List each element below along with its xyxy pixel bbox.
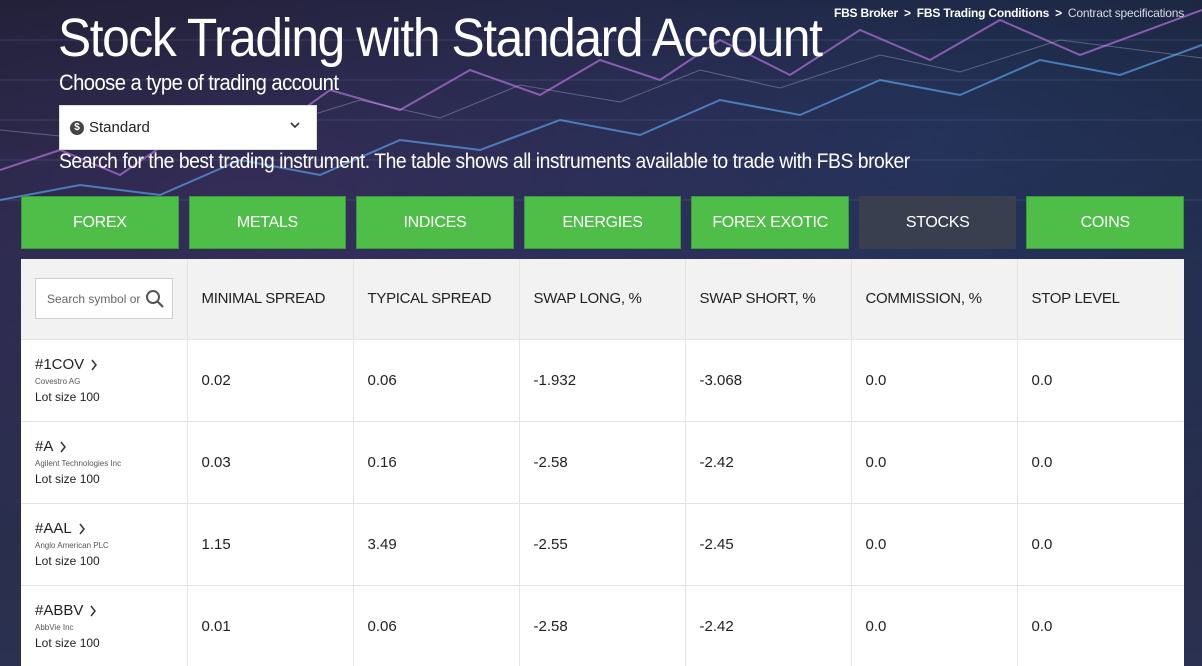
table-row: #A Agilent Technologies Inc Lot size 100… <box>21 420 1184 503</box>
page-description: Search for the best trading instrument. … <box>59 150 910 173</box>
instruments-table: MINIMAL SPREAD TYPICAL SPREAD SWAP LONG,… <box>21 259 1184 666</box>
chevron-right-icon <box>91 359 98 370</box>
breadcrumb-link-trading-conditions[interactable]: FBS Trading Conditions <box>917 6 1049 20</box>
breadcrumb-separator: > <box>1055 6 1062 20</box>
column-header-minimal-spread: MINIMAL SPREAD <box>187 259 354 339</box>
symbol-link[interactable]: #A <box>35 438 187 455</box>
table-header-row: MINIMAL SPREAD TYPICAL SPREAD SWAP LONG,… <box>21 259 1184 339</box>
minimal-spread-cell: 0.02 <box>187 338 354 421</box>
tab-metals[interactable]: METALS <box>188 196 347 249</box>
search-icon[interactable] <box>145 289 165 309</box>
typical-spread-cell: 3.49 <box>353 502 520 585</box>
column-header-swap-long: SWAP LONG, % <box>519 259 686 339</box>
column-header-stop-level: STOP LEVEL <box>1017 259 1184 339</box>
company-name: Agilent Technologies Inc <box>35 459 122 468</box>
lot-size: Lot size 100 <box>35 472 100 486</box>
page-title: Stock Trading with Standard Account <box>58 8 823 68</box>
symbol-search-input[interactable] <box>47 291 147 306</box>
tab-coins[interactable]: COINS <box>1026 196 1185 249</box>
swap-long-cell: -1.932 <box>519 338 686 421</box>
commission-cell: 0.0 <box>851 420 1018 503</box>
symbol-name: #AAL <box>35 520 72 537</box>
company-name: Covestro AG <box>35 377 81 386</box>
swap-long-cell: -2.58 <box>519 420 686 503</box>
tab-forex-exotic[interactable]: FOREX EXOTIC <box>691 196 849 249</box>
column-header-swap-short: SWAP SHORT, % <box>685 259 852 339</box>
chevron-right-icon <box>90 605 97 617</box>
commission-cell: 0.0 <box>851 502 1018 585</box>
chevron-right-icon <box>60 441 67 452</box>
instrument-tabs: FOREX METALS INDICES ENERGIES FOREX EXOT… <box>21 196 1185 249</box>
swap-long-cell: -2.58 <box>519 584 686 666</box>
symbol-link[interactable]: #AAL <box>35 520 187 537</box>
account-type-value: Standard <box>89 119 150 136</box>
company-name: AbbVie Inc <box>35 623 74 633</box>
tab-forex[interactable]: FOREX <box>21 196 179 249</box>
tab-stocks[interactable]: STOCKS <box>858 196 1017 249</box>
swap-short-cell: -3.068 <box>685 338 852 421</box>
symbol-cell[interactable]: #A Agilent Technologies Inc Lot size 100 <box>21 420 188 503</box>
stop-level-cell: 0.0 <box>1017 420 1184 503</box>
stop-level-cell: 0.0 <box>1017 502 1184 585</box>
typical-spread-cell: 0.06 <box>353 338 520 421</box>
lot-size: Lot size 100 <box>35 554 100 568</box>
chevron-down-icon <box>290 122 300 129</box>
stop-level-cell: 0.0 <box>1017 584 1184 666</box>
symbol-link[interactable]: #ABBV <box>35 602 187 619</box>
tab-indices[interactable]: INDICES <box>356 196 514 249</box>
swap-short-cell: -2.42 <box>685 584 852 666</box>
symbol-cell[interactable]: #1COV Covestro AG Lot size 100 <box>21 338 188 421</box>
breadcrumb-current: Contract specifications <box>1067 6 1184 20</box>
commission-cell: 0.0 <box>851 584 1018 666</box>
lot-size: Lot size 100 <box>35 390 100 404</box>
breadcrumb: FBS Broker > FBS Trading Conditions > Co… <box>834 6 1184 20</box>
dollar-coin-icon: $ <box>70 120 84 135</box>
minimal-spread-cell: 0.01 <box>187 584 354 666</box>
symbol-name: #A <box>35 438 54 455</box>
swap-long-cell: -2.55 <box>519 502 686 585</box>
breadcrumb-link-fbs-broker[interactable]: FBS Broker <box>834 6 898 20</box>
symbol-link[interactable]: #1COV <box>35 356 187 373</box>
company-name: Anglo American PLC <box>35 541 109 550</box>
minimal-spread-cell: 0.03 <box>187 420 354 503</box>
instruments-table-panel: MINIMAL SPREAD TYPICAL SPREAD SWAP LONG,… <box>21 259 1184 666</box>
swap-short-cell: -2.42 <box>685 420 852 503</box>
chevron-right-icon <box>79 523 85 534</box>
account-type-select[interactable]: $ Standard <box>59 105 317 150</box>
column-header-typical-spread: TYPICAL SPREAD <box>353 259 520 339</box>
page-subtitle: Choose a type of trading account <box>59 70 339 95</box>
hero-background: FBS Broker > FBS Trading Conditions > Co… <box>0 0 1202 666</box>
search-header-cell <box>21 259 188 339</box>
symbol-name: #1COV <box>35 356 85 373</box>
breadcrumb-separator: > <box>903 6 911 20</box>
minimal-spread-cell: 1.15 <box>187 502 354 585</box>
typical-spread-cell: 0.06 <box>353 584 520 666</box>
commission-cell: 0.0 <box>851 338 1018 421</box>
symbol-cell[interactable]: #AAL Anglo American PLC Lot size 100 <box>21 502 188 585</box>
lot-size: Lot size 100 <box>35 636 100 651</box>
swap-short-cell: -2.45 <box>685 502 852 585</box>
symbol-cell[interactable]: #ABBV AbbVie Inc Lot size 100 <box>21 584 188 666</box>
symbol-search-box[interactable] <box>35 278 173 320</box>
column-header-commission: COMMISSION, % <box>851 259 1018 339</box>
stop-level-cell: 0.0 <box>1017 338 1184 421</box>
typical-spread-cell: 0.16 <box>353 420 520 503</box>
symbol-name: #ABBV <box>35 602 84 620</box>
table-row: #AAL Anglo American PLC Lot size 100 1.1… <box>21 502 1184 585</box>
table-row: #1COV Covestro AG Lot size 100 0.02 0.06… <box>21 338 1184 421</box>
tab-energies[interactable]: ENERGIES <box>523 196 682 249</box>
table-row: #ABBV AbbVie Inc Lot size 100 0.01 0.06 … <box>21 584 1184 666</box>
